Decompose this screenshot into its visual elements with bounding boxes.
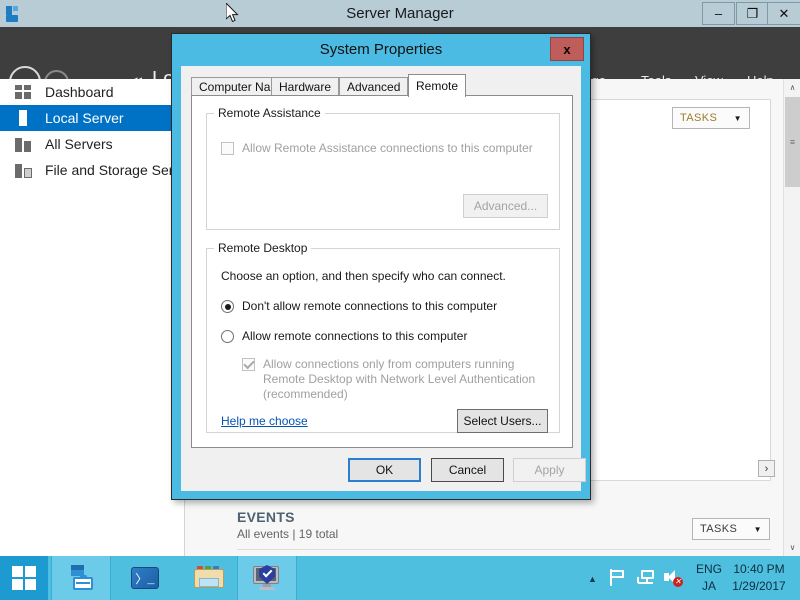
powershell-icon: 〉_ xyxy=(131,567,159,589)
dialog-title: System Properties xyxy=(172,34,590,66)
scroll-up-icon[interactable]: ∧ xyxy=(784,79,800,96)
checkbox-box xyxy=(242,358,255,371)
language-line-2: JA xyxy=(688,578,730,595)
sidebar-item-label: All Servers xyxy=(45,136,113,152)
sidebar-item-file-and-storage-services[interactable]: File and Storage Serv xyxy=(0,157,184,183)
remote-desktop-legend: Remote Desktop xyxy=(214,241,311,255)
checkbox-box xyxy=(221,142,234,155)
radio-dont-allow-remote-connections[interactable]: Don't allow remote connections to this c… xyxy=(221,299,497,314)
windows-logo-icon xyxy=(12,566,36,590)
all-servers-icon xyxy=(14,136,36,153)
minimize-button[interactable]: – xyxy=(702,2,735,25)
sidebar-item-label: Local Server xyxy=(45,110,124,126)
tab-advanced[interactable]: Advanced xyxy=(339,77,408,96)
tab-page-remote: Remote Assistance Allow Remote Assistanc… xyxy=(191,95,573,448)
maximize-button[interactable]: ❐ xyxy=(736,2,769,25)
events-panel: EVENTS All events | 19 total TASKS ▼ xyxy=(205,509,771,557)
nla-checkbox[interactable]: Allow connections only from computers ru… xyxy=(242,357,542,402)
sidebar-item-label: File and Storage Serv xyxy=(45,162,180,178)
events-divider xyxy=(237,549,771,550)
taskbar: 〉_ ▲ ✕ ENG JA xyxy=(0,556,800,600)
apply-button[interactable]: Apply xyxy=(513,458,586,482)
tab-hardware[interactable]: Hardware xyxy=(271,77,339,96)
tabstrip: Computer Name Hardware Advanced Remote xyxy=(191,74,573,96)
events-tasks-label: TASKS xyxy=(700,523,737,535)
system-properties-dialog: System Properties x Computer Name Hardwa… xyxy=(171,33,591,500)
chevron-down-icon: ▼ xyxy=(754,525,762,534)
dialog-body: Computer Name Hardware Advanced Remote R… xyxy=(181,66,581,491)
radio-label: Allow remote connections to this compute… xyxy=(242,329,467,344)
cancel-button[interactable]: Cancel xyxy=(431,458,504,482)
chevron-down-icon: ▼ xyxy=(734,114,742,123)
allow-remote-assistance-checkbox[interactable]: Allow Remote Assistance connections to t… xyxy=(221,141,533,156)
properties-tasks-button[interactable]: TASKS ▼ xyxy=(672,107,750,129)
tab-remote[interactable]: Remote xyxy=(408,74,466,97)
nla-label: Allow connections only from computers ru… xyxy=(263,357,542,402)
events-subtitle: All events | 19 total xyxy=(237,527,338,541)
sidebar-item-dashboard[interactable]: Dashboard xyxy=(0,79,184,105)
dialog-close-button[interactable]: x xyxy=(550,37,584,61)
show-hidden-icons-icon[interactable]: ▲ xyxy=(588,574,597,584)
clock-time: 10:40 PM xyxy=(726,561,792,578)
dialog-titlebar: System Properties x xyxy=(172,34,590,66)
allow-remote-assistance-label: Allow Remote Assistance connections to t… xyxy=(242,141,533,156)
language-line-1: ENG xyxy=(688,561,730,578)
language-indicator[interactable]: ENG JA xyxy=(688,561,730,595)
file-explorer-icon xyxy=(194,566,224,590)
remote-desktop-prompt: Choose an option, and then specify who c… xyxy=(221,269,506,283)
advanced-button[interactable]: Advanced... xyxy=(463,194,548,218)
taskbar-item-remote-desktop[interactable] xyxy=(237,556,297,600)
server-manager-titlebar: Server Manager – ❐ ✕ xyxy=(0,0,800,27)
radio-label: Don't allow remote connections to this c… xyxy=(242,299,497,314)
properties-expand-button[interactable]: › xyxy=(758,460,775,477)
close-button[interactable]: ✕ xyxy=(767,2,800,25)
remote-assistance-group: Remote Assistance Allow Remote Assistanc… xyxy=(206,113,560,230)
clock-date: 1/29/2017 xyxy=(726,578,792,595)
ok-button[interactable]: OK xyxy=(348,458,421,482)
radio-allow-remote-connections[interactable]: Allow remote connections to this compute… xyxy=(221,329,467,344)
start-button[interactable] xyxy=(0,556,48,600)
events-title: EVENTS xyxy=(237,509,295,525)
server-manager-icon xyxy=(67,565,95,591)
action-center-flag-icon[interactable] xyxy=(608,569,627,587)
radio-indicator xyxy=(221,330,234,343)
sidebar: Dashboard Local Server All Servers File … xyxy=(0,79,184,556)
taskbar-item-powershell[interactable]: 〉_ xyxy=(115,556,175,600)
sidebar-item-local-server[interactable]: Local Server xyxy=(0,105,184,131)
select-users-button[interactable]: Select Users... xyxy=(457,409,548,433)
server-icon xyxy=(14,110,36,127)
dashboard-icon xyxy=(14,84,36,101)
sidebar-item-all-servers[interactable]: All Servers xyxy=(0,131,184,157)
volume-muted-icon[interactable]: ✕ xyxy=(663,569,682,587)
main-scrollbar[interactable]: ∧ ≡ ∨ xyxy=(783,79,800,556)
clock[interactable]: 10:40 PM 1/29/2017 xyxy=(726,561,792,595)
server-manager-title: Server Manager xyxy=(0,0,800,27)
scrollbar-thumb[interactable]: ≡ xyxy=(785,97,800,187)
radio-indicator xyxy=(221,300,234,313)
help-me-choose-link[interactable]: Help me choose xyxy=(221,414,308,428)
properties-tasks-label: TASKS xyxy=(680,112,717,124)
sidebar-item-label: Dashboard xyxy=(45,84,114,100)
system-tray: ▲ ✕ ENG JA 10:40 PM 1/29/2017 xyxy=(582,556,800,600)
remote-assistance-legend: Remote Assistance xyxy=(214,106,325,120)
file-storage-icon xyxy=(14,162,36,179)
screen: Server Manager – ❐ ✕ ← → ▼ ◂◂ Lo nage To… xyxy=(0,0,800,600)
mute-badge-icon: ✕ xyxy=(673,577,683,587)
scroll-down-icon[interactable]: ∨ xyxy=(784,539,800,556)
remote-desktop-icon xyxy=(252,565,282,591)
taskbar-item-file-explorer[interactable] xyxy=(179,556,239,600)
taskbar-item-server-manager[interactable] xyxy=(51,556,111,600)
events-tasks-button[interactable]: TASKS ▼ xyxy=(692,518,770,540)
network-icon[interactable] xyxy=(636,569,655,587)
remote-desktop-group: Remote Desktop Choose an option, and the… xyxy=(206,248,560,433)
